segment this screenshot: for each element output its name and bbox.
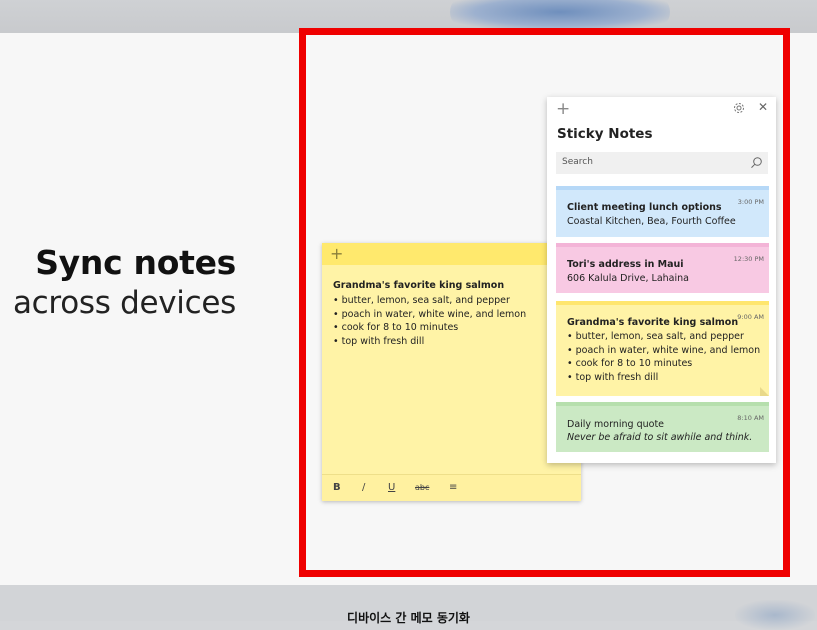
gear-icon[interactable]	[733, 102, 745, 114]
list-item: butter, lemon, sea salt, and pepper	[567, 330, 760, 344]
caption: 디바이스 간 메모 동기화	[347, 611, 470, 625]
note-card-address[interactable]: 12:30 PM Tori's address in Maui 606 Kalu…	[556, 243, 769, 293]
page-fold	[760, 387, 769, 396]
note-card-title: Grandma's favorite king salmon	[567, 317, 739, 328]
add-note-icon[interactable]: +	[556, 99, 570, 119]
note-list-item: butter, lemon, sea salt, and pepper	[333, 294, 526, 308]
format-toolbar: B / U abc ≡	[322, 474, 581, 501]
headline-line2: across devices	[12, 285, 236, 321]
note-time: 12:30 PM	[733, 255, 764, 263]
note-time: 3:00 PM	[737, 198, 764, 206]
note-card-title: Client meeting lunch options	[567, 202, 722, 213]
note-card-list: butter, lemon, sea salt, and pepper poac…	[567, 330, 761, 385]
note-list-item: cook for 8 to 10 minutes	[333, 321, 526, 335]
note-card-body: 606 Kalula Drive, Lahaina	[567, 273, 689, 284]
note-list-item: top with fresh dill	[333, 335, 526, 349]
headline: Sync notes across devices	[13, 243, 236, 323]
note-card-body: Daily morning quote	[567, 419, 665, 430]
list-item: top with fresh dill	[567, 371, 760, 385]
note-card-title: Tori's address in Maui	[567, 259, 684, 270]
note-card-client-meeting[interactable]: 3:00 PM Client meeting lunch options Coa…	[556, 186, 769, 237]
note-time: 9:00 AM	[737, 313, 764, 321]
sticky-notes-window: + ✕ Sticky Notes Search 3:00 PM Client m…	[547, 97, 776, 463]
list-item: cook for 8 to 10 minutes	[567, 357, 760, 371]
note-card-body: Coastal Kitchen, Bea, Fourth Coffee	[567, 216, 736, 227]
search-input[interactable]: Search	[556, 152, 768, 174]
note-card-quote-text: Never be afraid to sit awhile and think.	[567, 432, 753, 443]
strikethrough-button[interactable]: abc	[415, 483, 429, 492]
app-title: Sticky Notes	[557, 126, 653, 142]
note-time: 8:10 AM	[737, 414, 764, 422]
note-card-salmon[interactable]: 9:00 AM Grandma's favorite king salmon b…	[556, 301, 769, 396]
note-list: butter, lemon, sea salt, and pepper poac…	[333, 294, 527, 349]
headline-line1: Sync notes	[35, 243, 236, 282]
sticky-note-large[interactable]: + ··· Grandma's favorite king salmon but…	[322, 243, 581, 501]
note-header: + ···	[322, 243, 581, 265]
search-placeholder: Search	[562, 157, 593, 167]
add-note-icon[interactable]: +	[330, 244, 343, 264]
note-title: Grandma's favorite king salmon	[333, 280, 505, 291]
close-icon[interactable]: ✕	[758, 100, 768, 114]
bold-button[interactable]: B	[333, 482, 341, 493]
search-icon[interactable]	[750, 156, 763, 169]
note-list-item: poach in water, white wine, and lemon	[333, 308, 527, 322]
list-item: poach in water, white wine, and lemon	[567, 344, 761, 358]
bullet-list-icon[interactable]: ≡	[449, 482, 457, 493]
top-decoration	[450, 0, 670, 30]
italic-button[interactable]: /	[362, 482, 365, 493]
underline-button[interactable]: U	[388, 482, 395, 493]
note-card-quote[interactable]: 8:10 AM Daily morning quote Never be afr…	[556, 402, 769, 452]
